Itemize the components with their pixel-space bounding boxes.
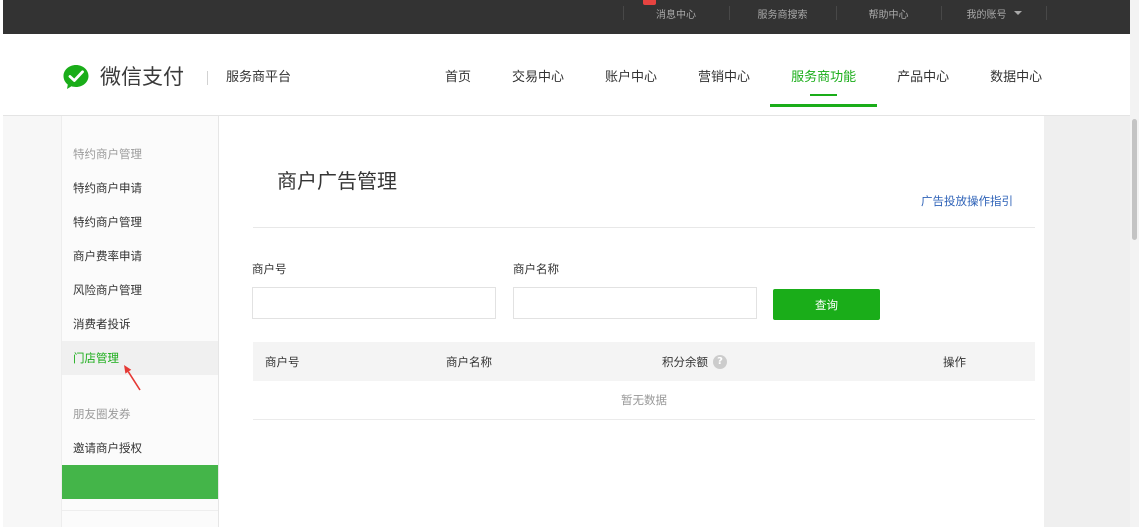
header-divider: [207, 71, 208, 85]
sidebar-item-fee-rate-apply[interactable]: 商户费率申请: [62, 239, 218, 273]
search-button[interactable]: 查询: [773, 289, 880, 320]
sidebar-item-risk-merchant[interactable]: 风险商户管理: [62, 273, 218, 307]
column-points-balance-label: 积分余额: [662, 354, 708, 369]
brand-name: 微信支付: [100, 65, 184, 89]
red-arrow-icon: [124, 365, 141, 391]
topbar-provider-search-label: 服务商搜索: [757, 9, 808, 21]
column-points-balance: 积分余额: [650, 342, 931, 381]
nav-data-center[interactable]: 数据中心: [990, 68, 1042, 88]
merchant-name-label: 商户名称: [513, 262, 559, 276]
main-content: 商户广告管理 广告投放操作指引 商户号 商户名称 查询 商户号 商户名称 积分余…: [219, 116, 1044, 527]
merchant-id-input[interactable]: [252, 287, 496, 319]
ad-guide-link[interactable]: 广告投放操作指引: [921, 193, 1013, 209]
right-gutter: [1044, 116, 1130, 527]
topbar-message-center-label: 消息中心: [656, 9, 696, 21]
column-actions-label: 操作: [943, 354, 966, 369]
nav-marketing-center[interactable]: 营销中心: [698, 68, 750, 88]
top-bar: 消息中心 服务商搜索 帮助中心 我的账号: [3, 0, 1130, 34]
sidebar-item-special-merchant-manage[interactable]: 特约商户管理: [62, 205, 218, 239]
topbar-help-center-label: 帮助中心: [868, 9, 909, 21]
merchant-id-label: 商户号: [252, 262, 287, 276]
left-gutter: [3, 116, 61, 527]
sidebar-group-special-merchant: 特约商户管理: [73, 147, 142, 161]
nav-account-center[interactable]: 账户中心: [605, 68, 657, 88]
nav-transaction-center[interactable]: 交易中心: [512, 68, 564, 88]
nav-provider-functions[interactable]: 服务商功能: [770, 68, 878, 107]
caret-down-icon: [1013, 11, 1022, 15]
help-icon[interactable]: [713, 354, 727, 369]
sidebar-divider: [62, 510, 218, 511]
topbar-help-center[interactable]: 帮助中心: [836, 0, 941, 26]
column-actions: 操作: [931, 342, 1035, 381]
sidebar-item-active[interactable]: [62, 465, 218, 499]
table-empty-state: 暂无数据: [253, 381, 1035, 420]
topbar-my-account[interactable]: 我的账号: [941, 0, 1047, 26]
table-header: 商户号 商户名称 积分余额 操作: [253, 342, 1035, 381]
topbar-my-account-label: 我的账号: [966, 9, 1007, 21]
column-merchant-id-label: 商户号: [265, 354, 300, 369]
column-merchant-id: 商户号: [253, 342, 434, 381]
sidebar-group-moments-coupon: 朋友圈发券: [73, 407, 131, 421]
sidebar-item-special-merchant-apply[interactable]: 特约商户申请: [62, 171, 218, 205]
page-scrollbar[interactable]: [1130, 0, 1139, 527]
nav-home[interactable]: 首页: [445, 68, 471, 88]
sidebar-item-invite-authorization[interactable]: 邀请商户授权: [62, 431, 218, 465]
header: 微信支付 服务商平台 首页 交易中心 账户中心 营销中心 服务商功能 产品中心 …: [3, 34, 1130, 116]
topbar-message-center[interactable]: 消息中心: [623, 0, 729, 26]
topbar-provider-search[interactable]: 服务商搜索: [729, 0, 836, 26]
merchant-table: 商户号 商户名称 积分余额 操作 暂无数据: [253, 342, 1035, 420]
platform-name: 服务商平台: [226, 70, 292, 85]
notification-badge: [643, 0, 656, 5]
main-nav: 首页 交易中心 账户中心 营销中心 服务商功能 产品中心 数据中心: [445, 68, 1042, 107]
title-divider: [253, 227, 1035, 228]
page-title: 商户广告管理: [277, 169, 397, 193]
column-merchant-name-label: 商户名称: [446, 354, 492, 369]
scrollbar-thumb[interactable]: [1132, 119, 1137, 240]
logo-link[interactable]: 微信支付: [62, 63, 184, 91]
wechat-pay-logo-icon: [63, 65, 89, 89]
merchant-name-input[interactable]: [513, 287, 757, 319]
sidebar-item-consumer-complaint[interactable]: 消费者投诉: [62, 307, 218, 341]
sidebar: 特约商户管理 特约商户申请 特约商户管理 商户费率申请 风险商户管理 消费者投诉…: [61, 116, 219, 527]
column-merchant-name: 商户名称: [434, 342, 650, 381]
nav-product-center[interactable]: 产品中心: [897, 68, 949, 88]
